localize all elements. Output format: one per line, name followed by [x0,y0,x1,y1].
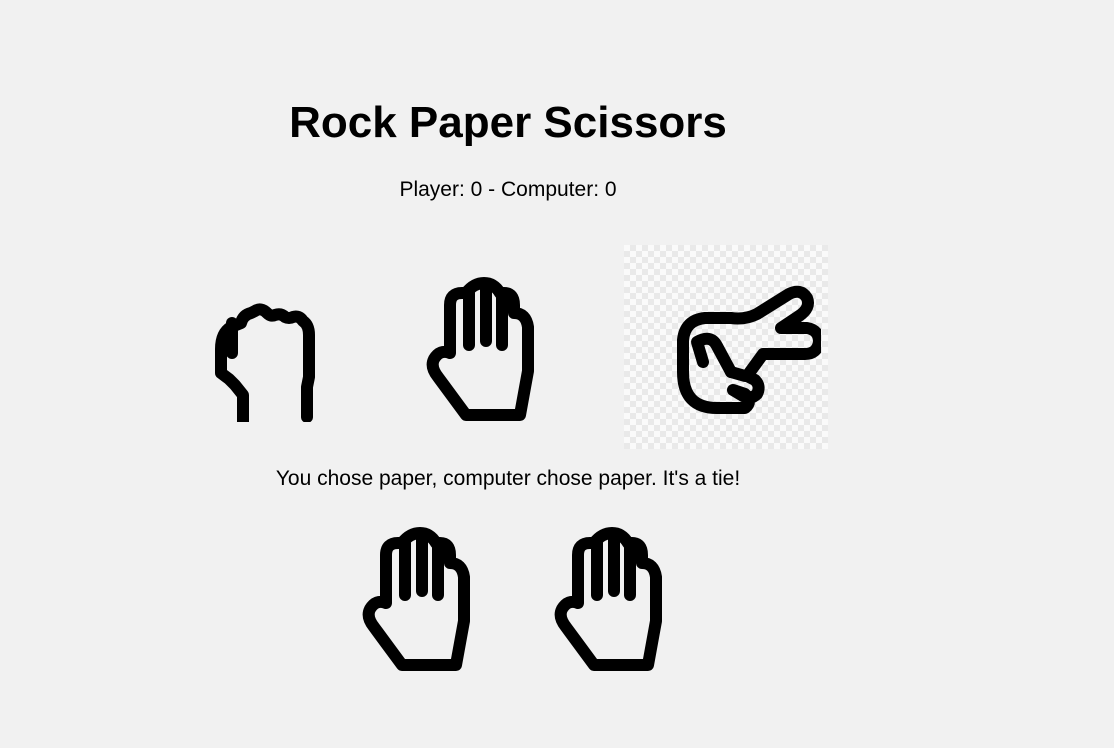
open-hand-icon [362,527,470,671]
score-display: Player: 0 - Computer: 0 [399,178,617,201]
page-title: Rock Paper Scissors [289,98,727,147]
scissors-hand-icon [677,285,821,414]
rock-choice-button[interactable] [158,245,362,449]
scissors-choice-button[interactable] [624,245,828,449]
player-choice-display [336,515,486,680]
game-page: Rock Paper Scissors Player: 0 - Computer… [0,0,1114,748]
fist-icon [215,303,315,422]
computer-choice-display [528,515,678,680]
paper-choice-button[interactable] [373,245,577,449]
result-message: You chose paper, computer chose paper. I… [275,467,741,490]
open-hand-icon [426,276,534,421]
open-hand-icon [554,527,662,671]
